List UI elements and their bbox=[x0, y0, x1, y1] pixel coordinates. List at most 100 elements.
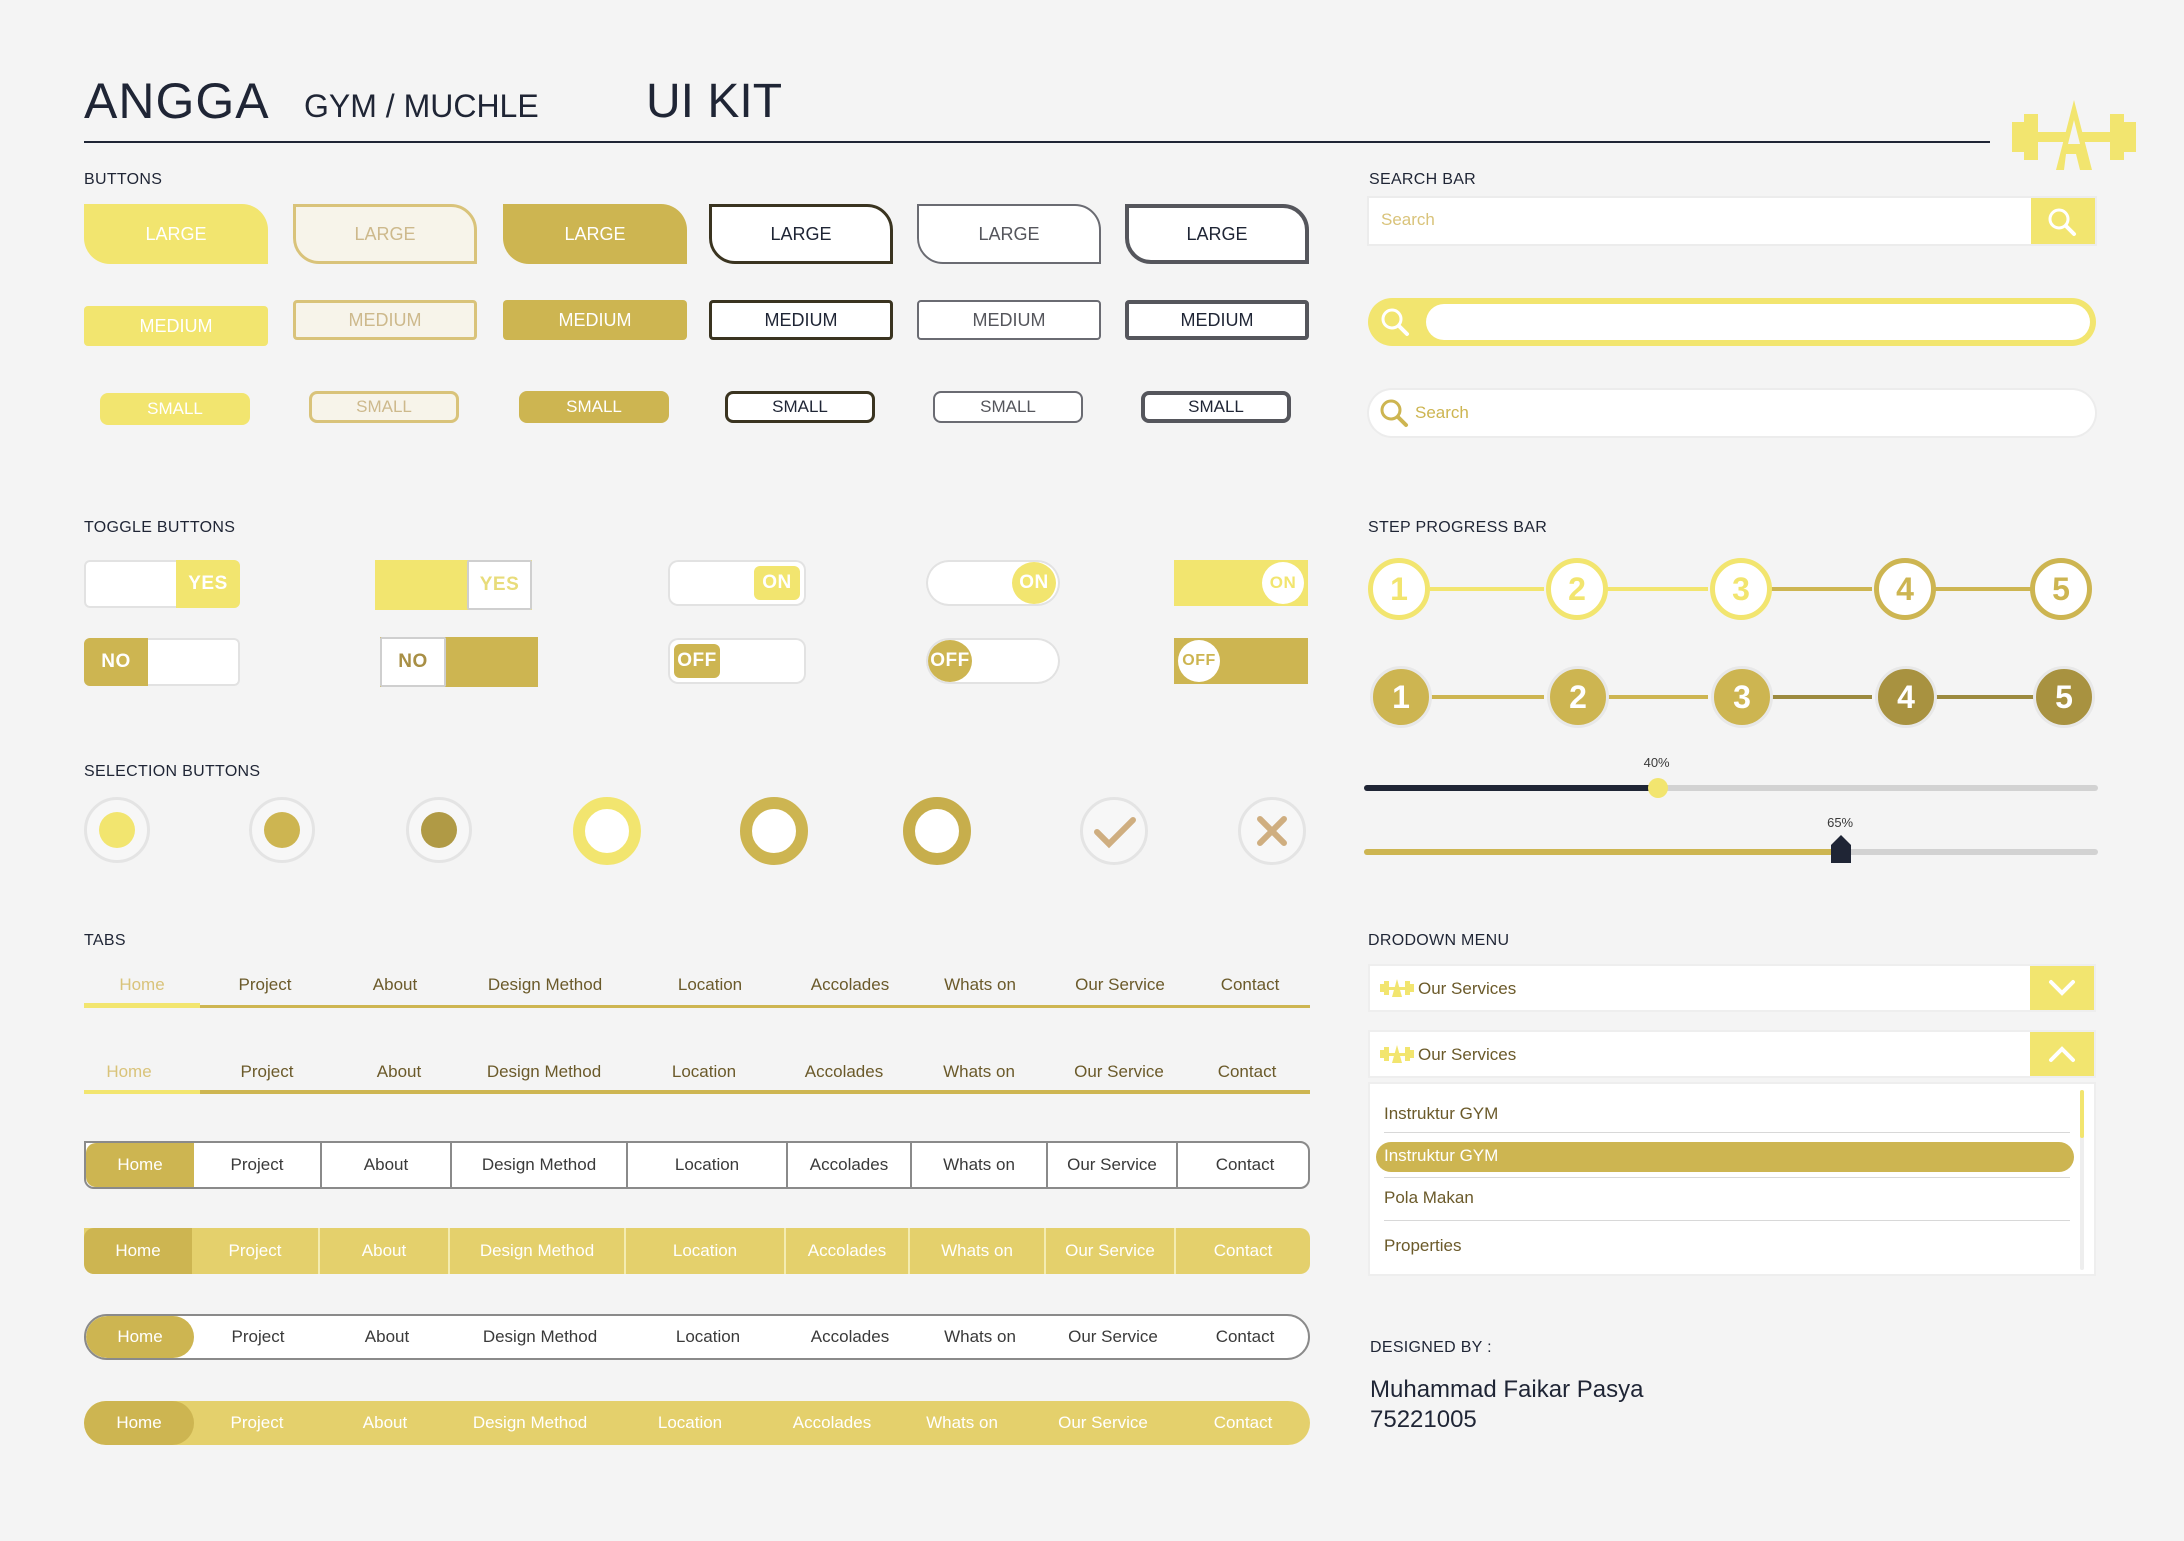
dropdown-item[interactable]: Pola Makan bbox=[1384, 1188, 1474, 1208]
tab-project[interactable]: Project bbox=[192, 1228, 320, 1274]
radio-yellow[interactable] bbox=[84, 797, 150, 863]
tab-about[interactable]: About bbox=[330, 962, 460, 1008]
tab-accolades[interactable]: Accolades bbox=[770, 1401, 894, 1445]
tab-our-service[interactable]: Our Service bbox=[1030, 1401, 1176, 1445]
step-5[interactable]: 5 bbox=[2030, 558, 2092, 620]
tab-design-method[interactable]: Design Method bbox=[464, 1050, 624, 1094]
small-button-outline-thick[interactable]: SMALL bbox=[1141, 391, 1291, 423]
small-button-outline-dark[interactable]: SMALL bbox=[725, 391, 875, 423]
tab-location[interactable]: Location bbox=[628, 1143, 788, 1187]
radio-gold[interactable] bbox=[249, 797, 315, 863]
tab-accolades[interactable]: Accolades bbox=[788, 1143, 912, 1187]
tab-project[interactable]: Project bbox=[194, 1143, 322, 1187]
dropdown-item[interactable]: Instruktur GYM bbox=[1384, 1104, 1498, 1124]
step-3[interactable]: 3 bbox=[1710, 558, 1772, 620]
toggle-yes-2[interactable]: YES bbox=[375, 560, 532, 610]
step-3-filled[interactable]: 3 bbox=[1711, 666, 1773, 728]
dropdown-item-active[interactable]: Instruktur GYM bbox=[1384, 1146, 1498, 1166]
medium-button-outline-dark[interactable]: MEDIUM bbox=[709, 300, 893, 340]
large-button-outline-gold[interactable]: LARGE bbox=[293, 204, 477, 264]
tab-contact[interactable]: Contact bbox=[1190, 962, 1310, 1008]
tab-our-service[interactable]: Our Service bbox=[1048, 1316, 1178, 1358]
tab-home[interactable]: Home bbox=[84, 1228, 192, 1274]
toggle-on-1[interactable]: ON bbox=[668, 560, 806, 606]
tab-whats-on[interactable]: Whats on bbox=[912, 1143, 1048, 1187]
slider-2[interactable]: 65% bbox=[1364, 815, 2098, 863]
step-2[interactable]: 2 bbox=[1546, 558, 1608, 620]
tab-location[interactable]: Location bbox=[626, 1228, 786, 1274]
slider-handle[interactable] bbox=[1831, 835, 1852, 863]
step-1[interactable]: 1 bbox=[1368, 558, 1430, 620]
medium-button-yellow[interactable]: MEDIUM bbox=[84, 306, 268, 346]
tab-project[interactable]: Project bbox=[194, 1401, 320, 1445]
toggle-off-1[interactable]: OFF bbox=[668, 638, 806, 684]
tab-whats-on[interactable]: Whats on bbox=[912, 1316, 1048, 1358]
tab-home[interactable]: Home bbox=[84, 1401, 194, 1445]
tab-our-service[interactable]: Our Service bbox=[1048, 1143, 1178, 1187]
toggle-on-3[interactable]: ON bbox=[1174, 560, 1308, 606]
tab-home[interactable]: Home bbox=[84, 1050, 174, 1094]
large-button-yellow[interactable]: LARGE bbox=[84, 204, 268, 264]
step-4-filled[interactable]: 4 bbox=[1875, 666, 1937, 728]
slider-1[interactable]: 40% bbox=[1364, 755, 2098, 798]
tab-home[interactable]: Home bbox=[84, 962, 200, 1008]
close-button[interactable] bbox=[1238, 797, 1306, 865]
large-button-outline-dark[interactable]: LARGE bbox=[709, 204, 893, 264]
large-button-gold[interactable]: LARGE bbox=[503, 204, 687, 264]
tab-accolades[interactable]: Accolades bbox=[786, 1228, 910, 1274]
small-button-outline-gold[interactable]: SMALL bbox=[309, 391, 459, 423]
check-button[interactable] bbox=[1080, 797, 1148, 865]
tab-whats-on[interactable]: Whats on bbox=[910, 962, 1050, 1008]
tab-about[interactable]: About bbox=[320, 1228, 450, 1274]
medium-button-gold[interactable]: MEDIUM bbox=[503, 300, 687, 340]
tab-contact[interactable]: Contact bbox=[1178, 1316, 1308, 1358]
tab-whats-on[interactable]: Whats on bbox=[910, 1228, 1046, 1274]
scrollbar-track[interactable] bbox=[2080, 1090, 2084, 1270]
medium-button-outline-thick[interactable]: MEDIUM bbox=[1125, 300, 1309, 340]
ring-gold-2[interactable] bbox=[903, 797, 971, 865]
dropdown-toggle[interactable] bbox=[2030, 966, 2094, 1010]
dropdown-toggle[interactable] bbox=[2030, 1032, 2094, 1076]
tab-contact[interactable]: Contact bbox=[1184, 1050, 1310, 1094]
tab-location[interactable]: Location bbox=[610, 1401, 770, 1445]
toggle-yes-1[interactable]: YES bbox=[84, 560, 240, 608]
tab-location[interactable]: Location bbox=[628, 1316, 788, 1358]
search-button[interactable] bbox=[2031, 198, 2095, 244]
search-bar-1[interactable]: Search bbox=[1369, 198, 2095, 244]
small-button-outline-gray[interactable]: SMALL bbox=[933, 391, 1083, 423]
tab-our-service[interactable]: Our Service bbox=[1046, 1228, 1176, 1274]
step-2-filled[interactable]: 2 bbox=[1547, 666, 1609, 728]
tab-design-method[interactable]: Design Method bbox=[460, 962, 630, 1008]
step-4[interactable]: 4 bbox=[1874, 558, 1936, 620]
toggle-no-2[interactable]: NO bbox=[380, 637, 538, 687]
tab-our-service[interactable]: Our Service bbox=[1050, 962, 1190, 1008]
tab-whats-on[interactable]: Whats on bbox=[894, 1401, 1030, 1445]
tab-about[interactable]: About bbox=[322, 1316, 452, 1358]
tab-about[interactable]: About bbox=[322, 1143, 452, 1187]
tab-home[interactable]: Home bbox=[86, 1143, 194, 1187]
search-input[interactable] bbox=[1426, 304, 2090, 340]
toggle-off-3[interactable]: OFF bbox=[1174, 638, 1308, 684]
tab-our-service[interactable]: Our Service bbox=[1054, 1050, 1184, 1094]
tab-project[interactable]: Project bbox=[200, 1050, 334, 1094]
tab-location[interactable]: Location bbox=[630, 962, 790, 1008]
tab-accolades[interactable]: Accolades bbox=[790, 962, 910, 1008]
tab-contact[interactable]: Contact bbox=[1178, 1143, 1308, 1187]
search-bar-2[interactable] bbox=[1368, 298, 2096, 346]
medium-button-outline-gold[interactable]: MEDIUM bbox=[293, 300, 477, 340]
tab-location[interactable]: Location bbox=[624, 1050, 784, 1094]
tab-design-method[interactable]: Design Method bbox=[452, 1316, 628, 1358]
tab-about[interactable]: About bbox=[320, 1401, 450, 1445]
tab-project[interactable]: Project bbox=[194, 1316, 322, 1358]
search-bar-3[interactable]: Search bbox=[1369, 390, 2095, 436]
tab-whats-on[interactable]: Whats on bbox=[904, 1050, 1054, 1094]
tab-home[interactable]: Home bbox=[86, 1316, 194, 1358]
step-1-filled[interactable]: 1 bbox=[1370, 666, 1432, 728]
dropdown-closed[interactable]: Our Services bbox=[1370, 966, 2094, 1010]
tab-about[interactable]: About bbox=[334, 1050, 464, 1094]
large-button-outline-gray[interactable]: LARGE bbox=[917, 204, 1101, 264]
large-button-outline-thick[interactable]: LARGE bbox=[1125, 204, 1309, 264]
dropdown-open[interactable]: Our Services bbox=[1370, 1032, 2094, 1076]
toggle-no-1[interactable]: NO bbox=[84, 638, 240, 686]
tab-contact[interactable]: Contact bbox=[1176, 1401, 1310, 1445]
